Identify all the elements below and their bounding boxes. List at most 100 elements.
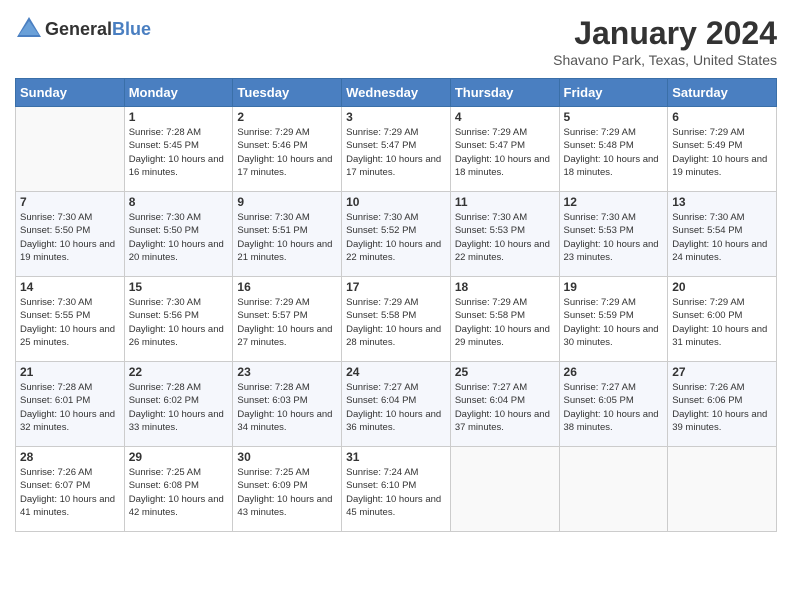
day-number: 2 (237, 110, 337, 124)
calendar-day-cell: 23 Sunrise: 7:28 AMSunset: 6:03 PMDaylig… (233, 362, 342, 447)
header-day: Wednesday (342, 79, 451, 107)
calendar-day-cell: 18 Sunrise: 7:29 AMSunset: 5:58 PMDaylig… (450, 277, 559, 362)
day-number: 30 (237, 450, 337, 464)
title-section: January 2024 Shavano Park, Texas, United… (553, 15, 777, 68)
calendar-day-cell: 15 Sunrise: 7:30 AMSunset: 5:56 PMDaylig… (124, 277, 233, 362)
day-info: Sunrise: 7:29 AMSunset: 5:58 PMDaylight:… (346, 296, 446, 349)
calendar-day-cell: 31 Sunrise: 7:24 AMSunset: 6:10 PMDaylig… (342, 447, 451, 532)
day-number: 8 (129, 195, 229, 209)
day-number: 18 (455, 280, 555, 294)
logo: GeneralBlue (15, 15, 151, 43)
day-info: Sunrise: 7:28 AMSunset: 5:45 PMDaylight:… (129, 126, 229, 179)
calendar-day-cell: 12 Sunrise: 7:30 AMSunset: 5:53 PMDaylig… (559, 192, 668, 277)
day-number: 16 (237, 280, 337, 294)
day-info: Sunrise: 7:27 AMSunset: 6:05 PMDaylight:… (564, 381, 664, 434)
calendar-day-cell: 17 Sunrise: 7:29 AMSunset: 5:58 PMDaylig… (342, 277, 451, 362)
calendar-day-cell: 21 Sunrise: 7:28 AMSunset: 6:01 PMDaylig… (16, 362, 125, 447)
calendar-day-cell (668, 447, 777, 532)
day-number: 20 (672, 280, 772, 294)
day-info: Sunrise: 7:27 AMSunset: 6:04 PMDaylight:… (346, 381, 446, 434)
logo-icon (15, 15, 43, 43)
day-info: Sunrise: 7:30 AMSunset: 5:56 PMDaylight:… (129, 296, 229, 349)
calendar-day-cell: 26 Sunrise: 7:27 AMSunset: 6:05 PMDaylig… (559, 362, 668, 447)
day-number: 11 (455, 195, 555, 209)
day-info: Sunrise: 7:30 AMSunset: 5:51 PMDaylight:… (237, 211, 337, 264)
day-number: 25 (455, 365, 555, 379)
calendar-day-cell: 6 Sunrise: 7:29 AMSunset: 5:49 PMDayligh… (668, 107, 777, 192)
calendar-day-cell: 27 Sunrise: 7:26 AMSunset: 6:06 PMDaylig… (668, 362, 777, 447)
calendar-day-cell: 5 Sunrise: 7:29 AMSunset: 5:48 PMDayligh… (559, 107, 668, 192)
day-number: 10 (346, 195, 446, 209)
calendar-day-cell: 16 Sunrise: 7:29 AMSunset: 5:57 PMDaylig… (233, 277, 342, 362)
day-info: Sunrise: 7:29 AMSunset: 5:59 PMDaylight:… (564, 296, 664, 349)
header-day: Thursday (450, 79, 559, 107)
day-number: 27 (672, 365, 772, 379)
calendar-day-cell: 11 Sunrise: 7:30 AMSunset: 5:53 PMDaylig… (450, 192, 559, 277)
day-info: Sunrise: 7:25 AMSunset: 6:08 PMDaylight:… (129, 466, 229, 519)
day-number: 22 (129, 365, 229, 379)
day-number: 6 (672, 110, 772, 124)
header-row: SundayMondayTuesdayWednesdayThursdayFrid… (16, 79, 777, 107)
calendar-day-cell: 28 Sunrise: 7:26 AMSunset: 6:07 PMDaylig… (16, 447, 125, 532)
day-number: 29 (129, 450, 229, 464)
calendar-day-cell: 4 Sunrise: 7:29 AMSunset: 5:47 PMDayligh… (450, 107, 559, 192)
day-info: Sunrise: 7:30 AMSunset: 5:50 PMDaylight:… (129, 211, 229, 264)
day-number: 17 (346, 280, 446, 294)
day-number: 24 (346, 365, 446, 379)
day-info: Sunrise: 7:30 AMSunset: 5:50 PMDaylight:… (20, 211, 120, 264)
calendar-day-cell: 22 Sunrise: 7:28 AMSunset: 6:02 PMDaylig… (124, 362, 233, 447)
day-number: 26 (564, 365, 664, 379)
calendar-day-cell: 1 Sunrise: 7:28 AMSunset: 5:45 PMDayligh… (124, 107, 233, 192)
day-number: 21 (20, 365, 120, 379)
day-number: 23 (237, 365, 337, 379)
logo-text-general: General (45, 19, 112, 39)
calendar-table: SundayMondayTuesdayWednesdayThursdayFrid… (15, 78, 777, 532)
day-number: 28 (20, 450, 120, 464)
day-number: 4 (455, 110, 555, 124)
calendar-day-cell (450, 447, 559, 532)
day-number: 14 (20, 280, 120, 294)
calendar-day-cell: 30 Sunrise: 7:25 AMSunset: 6:09 PMDaylig… (233, 447, 342, 532)
calendar-day-cell: 8 Sunrise: 7:30 AMSunset: 5:50 PMDayligh… (124, 192, 233, 277)
day-number: 15 (129, 280, 229, 294)
header-day: Saturday (668, 79, 777, 107)
calendar-day-cell: 24 Sunrise: 7:27 AMSunset: 6:04 PMDaylig… (342, 362, 451, 447)
month-title: January 2024 (553, 15, 777, 52)
day-info: Sunrise: 7:30 AMSunset: 5:55 PMDaylight:… (20, 296, 120, 349)
day-info: Sunrise: 7:29 AMSunset: 5:46 PMDaylight:… (237, 126, 337, 179)
header-day: Tuesday (233, 79, 342, 107)
day-number: 13 (672, 195, 772, 209)
calendar-day-cell: 25 Sunrise: 7:27 AMSunset: 6:04 PMDaylig… (450, 362, 559, 447)
calendar-day-cell: 9 Sunrise: 7:30 AMSunset: 5:51 PMDayligh… (233, 192, 342, 277)
calendar-day-cell: 13 Sunrise: 7:30 AMSunset: 5:54 PMDaylig… (668, 192, 777, 277)
calendar-day-cell (16, 107, 125, 192)
day-number: 31 (346, 450, 446, 464)
calendar-week-row: 21 Sunrise: 7:28 AMSunset: 6:01 PMDaylig… (16, 362, 777, 447)
day-info: Sunrise: 7:26 AMSunset: 6:07 PMDaylight:… (20, 466, 120, 519)
calendar-day-cell: 19 Sunrise: 7:29 AMSunset: 5:59 PMDaylig… (559, 277, 668, 362)
day-info: Sunrise: 7:30 AMSunset: 5:53 PMDaylight:… (455, 211, 555, 264)
day-number: 19 (564, 280, 664, 294)
location: Shavano Park, Texas, United States (553, 52, 777, 68)
day-info: Sunrise: 7:29 AMSunset: 5:57 PMDaylight:… (237, 296, 337, 349)
day-info: Sunrise: 7:28 AMSunset: 6:02 PMDaylight:… (129, 381, 229, 434)
calendar-week-row: 7 Sunrise: 7:30 AMSunset: 5:50 PMDayligh… (16, 192, 777, 277)
calendar-day-cell: 7 Sunrise: 7:30 AMSunset: 5:50 PMDayligh… (16, 192, 125, 277)
day-number: 9 (237, 195, 337, 209)
calendar-day-cell (559, 447, 668, 532)
day-info: Sunrise: 7:30 AMSunset: 5:52 PMDaylight:… (346, 211, 446, 264)
calendar-day-cell: 20 Sunrise: 7:29 AMSunset: 6:00 PMDaylig… (668, 277, 777, 362)
day-info: Sunrise: 7:28 AMSunset: 6:01 PMDaylight:… (20, 381, 120, 434)
day-number: 5 (564, 110, 664, 124)
calendar-day-cell: 2 Sunrise: 7:29 AMSunset: 5:46 PMDayligh… (233, 107, 342, 192)
day-info: Sunrise: 7:29 AMSunset: 5:48 PMDaylight:… (564, 126, 664, 179)
calendar-day-cell: 3 Sunrise: 7:29 AMSunset: 5:47 PMDayligh… (342, 107, 451, 192)
day-info: Sunrise: 7:29 AMSunset: 6:00 PMDaylight:… (672, 296, 772, 349)
day-info: Sunrise: 7:30 AMSunset: 5:53 PMDaylight:… (564, 211, 664, 264)
day-info: Sunrise: 7:28 AMSunset: 6:03 PMDaylight:… (237, 381, 337, 434)
day-info: Sunrise: 7:29 AMSunset: 5:58 PMDaylight:… (455, 296, 555, 349)
day-info: Sunrise: 7:29 AMSunset: 5:47 PMDaylight:… (455, 126, 555, 179)
calendar-day-cell: 14 Sunrise: 7:30 AMSunset: 5:55 PMDaylig… (16, 277, 125, 362)
day-number: 12 (564, 195, 664, 209)
day-info: Sunrise: 7:29 AMSunset: 5:49 PMDaylight:… (672, 126, 772, 179)
